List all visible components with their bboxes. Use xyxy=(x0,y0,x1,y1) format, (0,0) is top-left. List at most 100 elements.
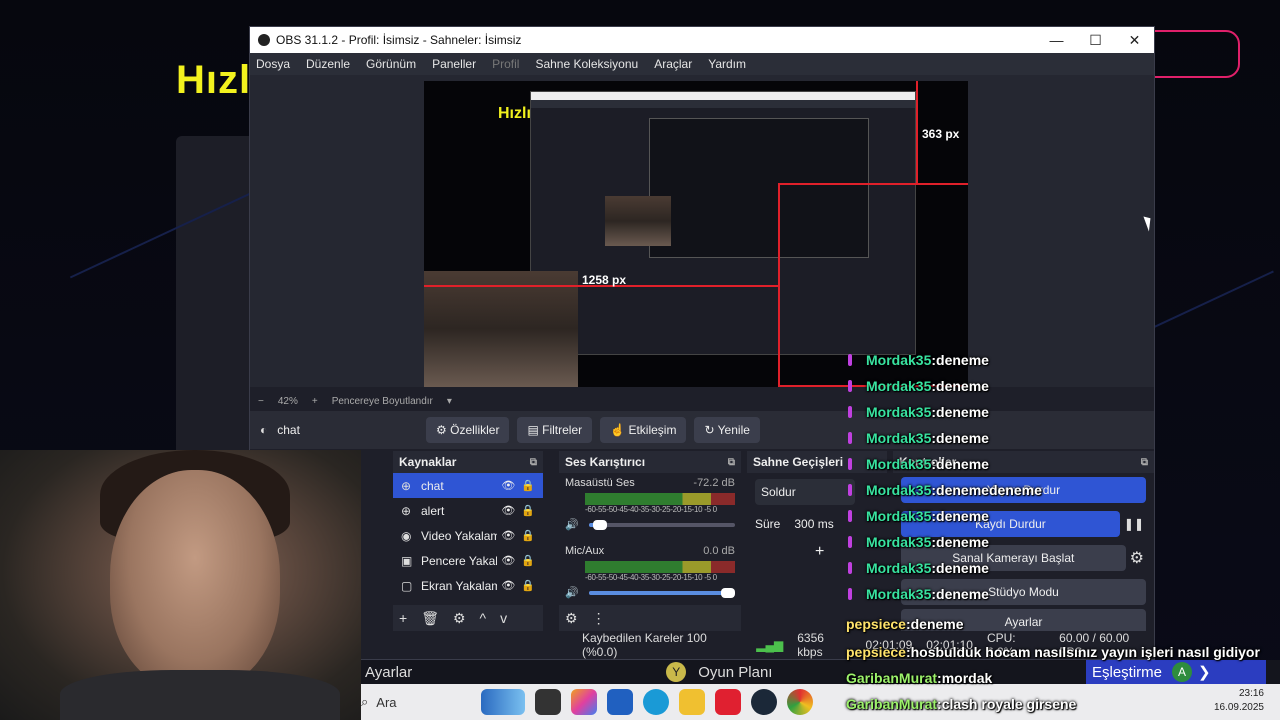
fit-to-window[interactable]: Pencereye Boyutlandır xyxy=(332,396,433,407)
edge-icon[interactable] xyxy=(643,689,669,715)
add-source-button[interactable]: + xyxy=(399,610,407,626)
menu-profil[interactable]: Profil xyxy=(492,57,519,71)
move-up-button[interactable]: ^ xyxy=(480,610,487,626)
menu-yardim[interactable]: Yardım xyxy=(708,57,746,71)
source-settings-button[interactable]: ⚙ xyxy=(453,610,466,627)
refresh-label: Yenile xyxy=(717,423,750,437)
preview-brand-text: Hızlı xyxy=(498,105,531,122)
hand-icon: ☝ xyxy=(610,423,626,437)
steam-icon[interactable] xyxy=(751,689,777,715)
chat-text: deneme xyxy=(936,534,989,550)
channel-name: Masaüstü Ses xyxy=(565,477,635,489)
menu-duzenle[interactable]: Düzenle xyxy=(306,57,350,71)
chat-text: hosbulduk hocam nasılsınız yayın işleri … xyxy=(910,644,1260,660)
gamebar-settings[interactable]: Ayarlar xyxy=(365,664,412,681)
mixer-menu-button[interactable]: ⋮ xyxy=(592,610,606,627)
eye-icon[interactable]: 👁 xyxy=(501,554,515,567)
remove-source-button[interactable]: 🗑 xyxy=(421,610,439,627)
signal-icon: ▂▄▆ xyxy=(756,638,784,652)
source-label: Pencere Yakala xyxy=(421,553,497,568)
zoom-dropdown-icon[interactable]: ▾ xyxy=(447,396,452,407)
chat-message: Mordak35 : deneme xyxy=(840,534,989,550)
interact-button[interactable]: ☝ Etkileşim xyxy=(600,417,687,443)
title-bar[interactable]: OBS 31.1.2 - Profil: İsimsiz - Sahneler:… xyxy=(250,27,1154,53)
scene-preview[interactable]: Hızlı 363 px 1258 px xyxy=(424,81,968,387)
mic-badge-icon xyxy=(848,458,852,470)
source-item-screen[interactable]: ▢ Ekran Yakalama 👁 🔒 xyxy=(393,573,543,598)
refresh-button[interactable]: ↻ Yenile xyxy=(694,417,760,443)
size-label-vertical: 363 px xyxy=(922,127,960,141)
mixer-settings-button[interactable]: ⚙ xyxy=(565,610,578,627)
lock-icon[interactable]: 🔒 xyxy=(521,479,535,492)
source-item-window[interactable]: ▣ Pencere Yakala 👁 🔒 xyxy=(393,548,543,573)
lock-icon[interactable]: 🔒 xyxy=(521,504,535,517)
minimize-button[interactable]: — xyxy=(1037,32,1076,49)
nested-webcam xyxy=(605,196,671,246)
taskbar-apps xyxy=(481,689,813,715)
chat-message: Mordak35 : deneme xyxy=(840,378,989,394)
chat-text: deneme xyxy=(936,404,989,420)
close-button[interactable]: ✕ xyxy=(1115,32,1154,49)
speaker-icon[interactable]: 🔊 xyxy=(565,586,579,599)
chat-message: Mordak35 : deneme xyxy=(840,456,989,472)
eye-icon[interactable]: 👁 xyxy=(501,504,515,517)
chat-username: pepsiece xyxy=(846,644,906,660)
slider-knob[interactable] xyxy=(721,587,735,598)
lock-icon[interactable]: 🔒 xyxy=(521,579,535,592)
menu-gorunum[interactable]: Görünüm xyxy=(366,57,416,71)
weather-widget-icon[interactable] xyxy=(481,689,525,715)
lock-icon[interactable]: 🔒 xyxy=(521,554,535,567)
chrome-icon[interactable] xyxy=(787,689,813,715)
chat-text: deneme xyxy=(936,378,989,394)
filters-button[interactable]: ▤ Filtreler xyxy=(517,417,593,443)
add-transition-button[interactable]: + xyxy=(815,543,824,561)
source-item-alert[interactable]: ⊕ alert 👁 🔒 xyxy=(393,498,543,523)
volume-slider[interactable] xyxy=(588,519,735,530)
eye-icon[interactable]: 👁 xyxy=(501,529,515,542)
source-item-chat[interactable]: ⊕ chat 👁 🔒 xyxy=(393,473,543,498)
volume-slider[interactable] xyxy=(588,587,735,598)
maximize-button[interactable]: ☐ xyxy=(1076,32,1115,49)
menu-paneller[interactable]: Paneller xyxy=(432,57,476,71)
menu-dosya[interactable]: Dosya xyxy=(256,57,290,71)
chat-message: Mordak35 : deneme xyxy=(840,508,989,524)
mixer-title: Ses Karıştırıcı xyxy=(565,455,646,469)
lock-icon[interactable]: 🔒 xyxy=(521,529,535,542)
move-down-button[interactable]: v xyxy=(500,610,507,626)
eye-icon[interactable]: 👁 xyxy=(501,579,515,592)
search-icon: ⌕ xyxy=(361,694,369,709)
copilot-icon[interactable] xyxy=(571,689,597,715)
chat-username: Mordak35 xyxy=(866,404,932,420)
app-icon[interactable] xyxy=(715,689,741,715)
chat-username: Mordak35 xyxy=(866,586,932,602)
chat-text: deneme xyxy=(936,560,989,576)
duration-input[interactable]: 300 ms xyxy=(794,517,833,531)
menu-araclar[interactable]: Araçlar xyxy=(654,57,692,71)
zoom-in-button[interactable]: + xyxy=(312,396,318,407)
gear-icon: ⚙ xyxy=(436,423,447,437)
monitor-icon: ▢ xyxy=(401,578,413,593)
meter-scale: -60-55-50-45-40-35-30-25-20-15-10 -5 0 xyxy=(585,505,717,514)
menu-sahne-koleksiyonu[interactable]: Sahne Koleksiyonu xyxy=(535,57,638,71)
channel-db: 0.0 dB xyxy=(703,545,735,557)
chat-message: Mordak35 : deneme xyxy=(840,352,989,368)
undock-icon[interactable]: ⧉ xyxy=(530,457,537,468)
undock-icon[interactable]: ⧉ xyxy=(728,457,735,468)
mixer-channel-mic: Mic/Aux 0.0 dB -60-55-50-45-40-35-30-25-2… xyxy=(559,541,741,603)
chat-username: Mordak35 xyxy=(866,534,932,550)
speaker-icon[interactable]: 🔊 xyxy=(565,518,579,531)
file-explorer-icon[interactable] xyxy=(679,689,705,715)
task-view-icon[interactable] xyxy=(535,689,561,715)
source-item-video[interactable]: ◉ Video Yakalama 👁 🔒 xyxy=(393,523,543,548)
slider-knob[interactable] xyxy=(592,519,607,530)
store-icon[interactable] xyxy=(607,689,633,715)
mic-badge-icon xyxy=(848,562,852,574)
chat-text: deneme xyxy=(936,352,989,368)
eye-icon[interactable]: 👁 xyxy=(501,479,515,492)
zoom-out-button[interactable]: − xyxy=(258,396,264,407)
game-plan[interactable]: Oyun Planı xyxy=(698,664,772,681)
properties-button[interactable]: ⚙ Özellikler xyxy=(426,417,510,443)
taskbar-search[interactable]: ⌕ Ara xyxy=(361,688,471,716)
source-label: Video Yakalama xyxy=(421,528,497,543)
nested-titlebar xyxy=(531,92,915,100)
